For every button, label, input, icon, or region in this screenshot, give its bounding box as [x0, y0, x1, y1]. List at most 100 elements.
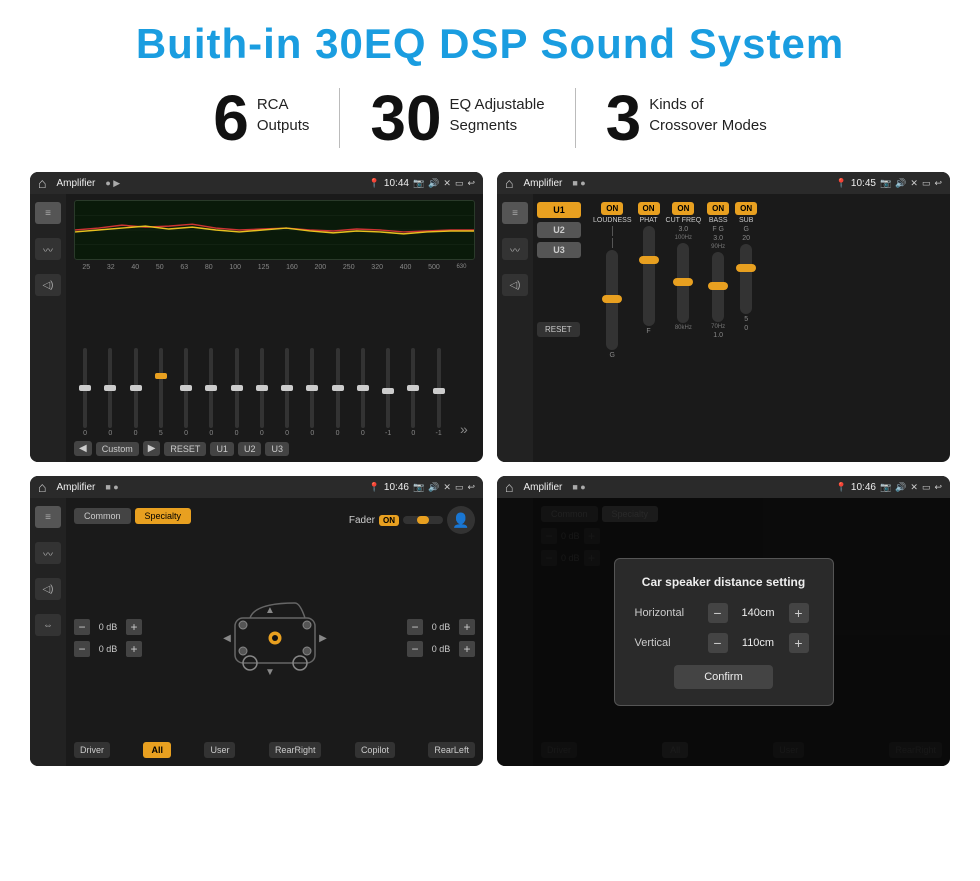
screen1-home-icon[interactable]: ⌂: [38, 175, 46, 191]
vertical-minus-btn[interactable]: −: [708, 633, 728, 653]
wave-icon[interactable]: 〰: [35, 238, 61, 260]
screen3-home-icon[interactable]: ⌂: [38, 479, 46, 495]
fader-person-icon[interactable]: 👤: [447, 506, 475, 534]
sub-group: ON SUB G 20 5 0: [735, 202, 757, 332]
feature-rca: 6 RCA Outputs: [183, 86, 339, 150]
speaker-icon-2[interactable]: ◁): [502, 274, 528, 296]
user-btn[interactable]: User: [204, 742, 235, 758]
loudness-slider[interactable]: [606, 250, 618, 350]
cutfreq-slider[interactable]: [677, 243, 689, 323]
screen1-title: Amplifier: [56, 178, 95, 189]
screen2-status-bar: ⌂ Amplifier ■ ● 📍 10:45 📷 🔊 ✕ ▭ ↩: [497, 172, 950, 194]
screen1-back-icon[interactable]: ↩: [467, 178, 475, 189]
horizontal-row: Horizontal − 140cm +: [635, 603, 813, 623]
screen3-status-bar: ⌂ Amplifier ■ ● 📍 10:46 📷 🔊 ✕ ▭ ↩: [30, 476, 483, 498]
eq-slider-15: -1: [428, 348, 450, 437]
minus-btn-3[interactable]: −: [407, 619, 423, 635]
screen3-status-icons: 📍 10:46 📷 🔊 ✕ ▭ ↩: [369, 482, 475, 493]
minus-btn-2[interactable]: −: [74, 641, 90, 657]
driver-btn[interactable]: Driver: [74, 742, 110, 758]
screen1-time: 10:44: [384, 178, 409, 189]
feature-line1-crossover: Kinds of: [649, 94, 767, 115]
crossover-reset-btn[interactable]: RESET: [537, 322, 580, 337]
preset-u1[interactable]: U1: [537, 202, 581, 218]
eq-reset-btn[interactable]: RESET: [164, 442, 206, 456]
phat-toggle[interactable]: ON: [638, 202, 660, 215]
plus-btn-4[interactable]: +: [459, 641, 475, 657]
wave-icon-3[interactable]: 〰: [35, 542, 61, 564]
screen1-x-icon: ✕: [443, 178, 451, 189]
screen4-cam-icon: 📷: [880, 482, 891, 493]
eq-play-btn[interactable]: ▶: [143, 441, 161, 456]
horizontal-minus-btn[interactable]: −: [708, 603, 728, 623]
plus-btn-1[interactable]: +: [126, 619, 142, 635]
phat-slider[interactable]: [643, 226, 655, 326]
screen1-dots: ● ▶: [105, 178, 120, 189]
eq-u2-btn[interactable]: U2: [238, 442, 262, 456]
rearleft-btn[interactable]: RearLeft: [428, 742, 475, 758]
screen4-status-bar: ⌂ Amplifier ■ ● 📍 10:46 📷 🔊 ✕ ▭ ↩: [497, 476, 950, 498]
eq-slider-5: 0: [175, 348, 197, 437]
specialty-tab[interactable]: Specialty: [135, 508, 192, 524]
screen2-home-icon[interactable]: ⌂: [505, 175, 513, 191]
screen4-pin-icon: 📍: [836, 482, 847, 493]
screens-grid: ⌂ Amplifier ● ▶ 📍 10:44 📷 🔊 ✕ ▭ ↩ ≡ 〰 ◁): [30, 172, 950, 766]
feature-line2-eq: Segments: [450, 115, 545, 136]
loudness-group: ON LOUDNESS G: [593, 202, 632, 359]
preset-u2[interactable]: U2: [537, 222, 581, 238]
screen3-x-icon: ✕: [443, 482, 451, 493]
screen1-rect-icon: ▭: [455, 178, 464, 189]
cutfreq-group: ON CUT FREQ 3.0 100Hz 80kHz: [666, 202, 702, 331]
common-tab[interactable]: Common: [74, 508, 131, 524]
svg-text:▲: ▲: [265, 605, 275, 616]
cutfreq-toggle[interactable]: ON: [672, 202, 694, 215]
screen4-home-icon[interactable]: ⌂: [505, 479, 513, 495]
horizontal-value: 140cm: [736, 607, 781, 619]
vertical-plus-btn[interactable]: +: [789, 633, 809, 653]
eq-icon[interactable]: ≡: [35, 202, 61, 224]
fader-on-badge[interactable]: ON: [379, 515, 399, 526]
eq-slider-13: -1: [377, 348, 399, 437]
screen4-time: 10:46: [851, 482, 876, 493]
eq-custom-btn[interactable]: Custom: [96, 442, 139, 456]
screen4-rect-icon: ▭: [922, 482, 931, 493]
screen2-presets: U1 U2 U3 RESET: [533, 194, 585, 462]
minus-btn-1[interactable]: −: [74, 619, 90, 635]
bass-toggle[interactable]: ON: [707, 202, 729, 215]
sub-toggle[interactable]: ON: [735, 202, 757, 215]
arrows-icon-3[interactable]: ⇔: [35, 614, 61, 636]
plus-btn-3[interactable]: +: [459, 619, 475, 635]
screen2-back-icon[interactable]: ↩: [934, 178, 942, 189]
eq-u3-btn[interactable]: U3: [265, 442, 289, 456]
speaker-icon[interactable]: ◁): [35, 274, 61, 296]
copilot-btn[interactable]: Copilot: [355, 742, 395, 758]
eq-u1-btn[interactable]: U1: [210, 442, 234, 456]
eq-slider-4: 5: [150, 348, 172, 437]
screen3-rect-icon: ▭: [455, 482, 464, 493]
bass-slider[interactable]: [712, 252, 724, 322]
svg-text:▼: ▼: [265, 667, 275, 678]
wave-icon-2[interactable]: 〰: [502, 238, 528, 260]
screen2-left-icons: ≡ 〰 ◁): [497, 194, 533, 462]
confirm-btn[interactable]: Confirm: [674, 665, 773, 689]
screen4-back-icon[interactable]: ↩: [934, 482, 942, 493]
rearright-btn[interactable]: RearRight: [269, 742, 322, 758]
preset-u3[interactable]: U3: [537, 242, 581, 258]
fader-slider[interactable]: [403, 516, 443, 524]
eq-slider-9: 0: [276, 348, 298, 437]
sub-slider[interactable]: [740, 244, 752, 314]
plus-btn-2[interactable]: +: [126, 641, 142, 657]
speaker-icon-3[interactable]: ◁): [35, 578, 61, 600]
screen3-back-icon[interactable]: ↩: [467, 482, 475, 493]
screen3-title: Amplifier: [56, 482, 95, 493]
screen4-title: Amplifier: [523, 482, 562, 493]
horizontal-plus-btn[interactable]: +: [789, 603, 809, 623]
loudness-toggle[interactable]: ON: [601, 202, 623, 215]
eq-icon-2[interactable]: ≡: [502, 202, 528, 224]
page-title: Buith-in 30EQ DSP Sound System: [30, 20, 950, 68]
eq-icon-3[interactable]: ≡: [35, 506, 61, 528]
all-btn[interactable]: All: [143, 742, 171, 758]
eq-prev-btn[interactable]: ◀: [74, 441, 92, 456]
screen2-pin-icon: 📍: [836, 178, 847, 189]
minus-btn-4[interactable]: −: [407, 641, 423, 657]
